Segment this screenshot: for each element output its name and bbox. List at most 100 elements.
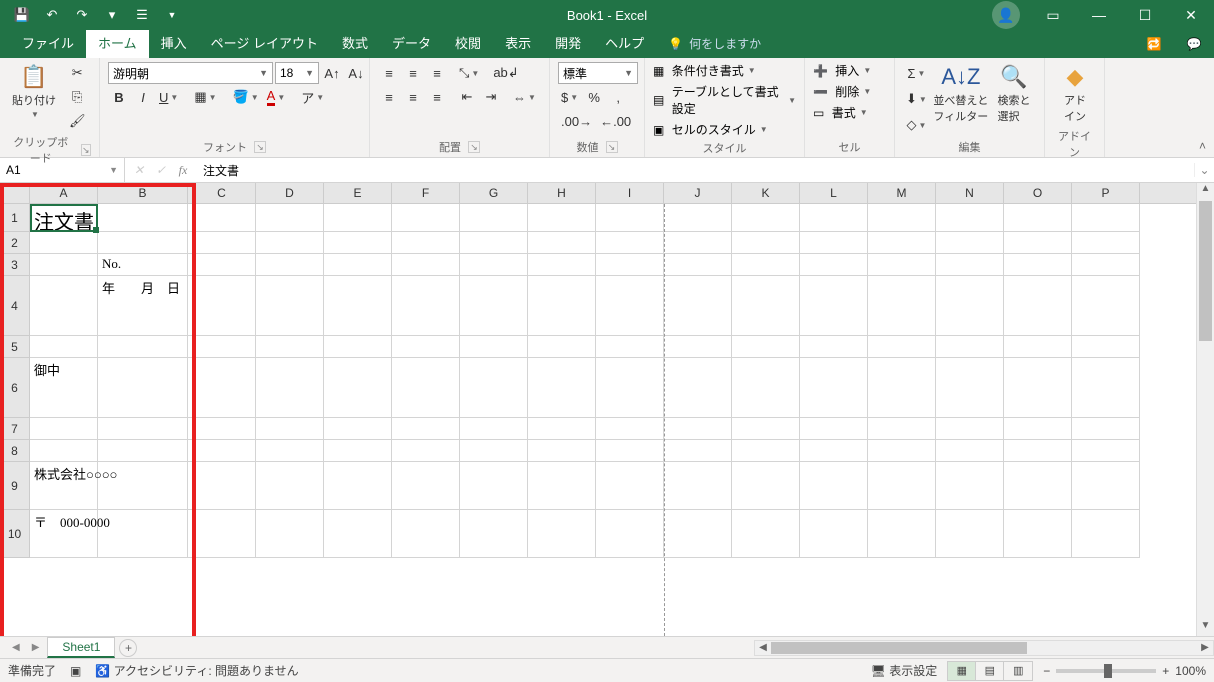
cell-M3[interactable]: [868, 254, 936, 276]
cell-H8[interactable]: [528, 440, 596, 462]
cell-N2[interactable]: [936, 232, 1004, 254]
cell-B6[interactable]: [98, 358, 188, 418]
cell-G7[interactable]: [460, 418, 528, 440]
clear-button[interactable]: ◇▼: [903, 114, 930, 136]
tab-view[interactable]: 表示: [493, 27, 543, 58]
cell-M1[interactable]: [868, 204, 936, 232]
page-break-view-button[interactable]: ▥: [1004, 662, 1032, 680]
cell-L7[interactable]: [800, 418, 868, 440]
align-bottom-button[interactable]: ≡: [426, 62, 448, 84]
sort-filter-button[interactable]: A↓Z 並べ替えと フィルター: [936, 62, 986, 126]
cell-A3[interactable]: [30, 254, 98, 276]
cell-M9[interactable]: [868, 462, 936, 510]
cell-I4[interactable]: [596, 276, 664, 336]
cell-N4[interactable]: [936, 276, 1004, 336]
increase-font-button[interactable]: A↑: [321, 62, 343, 84]
cell-B8[interactable]: [98, 440, 188, 462]
row-header-8[interactable]: 8: [0, 440, 30, 462]
cell-C2[interactable]: [188, 232, 256, 254]
cell-G5[interactable]: [460, 336, 528, 358]
column-header-N[interactable]: N: [936, 183, 1004, 203]
cell-H4[interactable]: [528, 276, 596, 336]
cell-F6[interactable]: [392, 358, 460, 418]
column-header-I[interactable]: I: [596, 183, 664, 203]
cell-K7[interactable]: [732, 418, 800, 440]
cell-B4[interactable]: 年 月 日: [98, 276, 188, 336]
cell-L4[interactable]: [800, 276, 868, 336]
borders-button[interactable]: ▦▼: [191, 86, 219, 108]
undo-button[interactable]: ↶: [38, 1, 66, 29]
cut-button[interactable]: ✂: [66, 62, 89, 84]
tab-help[interactable]: ヘルプ: [593, 27, 656, 58]
cell-G9[interactable]: [460, 462, 528, 510]
align-right-button[interactable]: ≡: [426, 86, 448, 108]
number-format-combo[interactable]: 標準▼: [558, 62, 638, 84]
cell-C4[interactable]: [188, 276, 256, 336]
cell-G3[interactable]: [460, 254, 528, 276]
cell-F4[interactable]: [392, 276, 460, 336]
cell-H7[interactable]: [528, 418, 596, 440]
cell-E10[interactable]: [324, 510, 392, 558]
addins-button[interactable]: ◆ アド イン: [1053, 62, 1097, 126]
minimize-button[interactable]: —: [1076, 0, 1122, 30]
cell-J5[interactable]: [664, 336, 732, 358]
row-header-7[interactable]: 7: [0, 418, 30, 440]
cell-K3[interactable]: [732, 254, 800, 276]
cell-A10[interactable]: 〒 000-0000: [30, 510, 98, 558]
cell-M8[interactable]: [868, 440, 936, 462]
cell-L8[interactable]: [800, 440, 868, 462]
tab-formulas[interactable]: 数式: [330, 27, 380, 58]
cell-E3[interactable]: [324, 254, 392, 276]
cell-F1[interactable]: [392, 204, 460, 232]
decrease-decimal-button[interactable]: ←.00: [597, 110, 634, 132]
cell-B2[interactable]: [98, 232, 188, 254]
row-header-4[interactable]: 4: [0, 276, 30, 336]
font-color-button[interactable]: A▼: [264, 86, 289, 108]
cell-P1[interactable]: [1072, 204, 1140, 232]
cell-H1[interactable]: [528, 204, 596, 232]
cell-P2[interactable]: [1072, 232, 1140, 254]
cell-G8[interactable]: [460, 440, 528, 462]
cell-D8[interactable]: [256, 440, 324, 462]
cell-M2[interactable]: [868, 232, 936, 254]
cell-N8[interactable]: [936, 440, 1004, 462]
cell-A9[interactable]: 株式会社○○○○: [30, 462, 98, 510]
cell-J9[interactable]: [664, 462, 732, 510]
align-left-button[interactable]: ≡: [378, 86, 400, 108]
cell-H10[interactable]: [528, 510, 596, 558]
paste-button[interactable]: 📋 貼り付け ▼: [8, 62, 60, 121]
autosum-button[interactable]: Σ▼: [903, 62, 930, 84]
column-header-E[interactable]: E: [324, 183, 392, 203]
cancel-formula-button[interactable]: ✕: [129, 163, 149, 178]
cell-K1[interactable]: [732, 204, 800, 232]
row-header-6[interactable]: 6: [0, 358, 30, 418]
accounting-format-button[interactable]: $▼: [558, 86, 581, 108]
cell-D2[interactable]: [256, 232, 324, 254]
redo-button[interactable]: ↷: [68, 1, 96, 29]
account-button[interactable]: 👤: [992, 1, 1020, 29]
cell-K6[interactable]: [732, 358, 800, 418]
cell-O2[interactable]: [1004, 232, 1072, 254]
cell-O7[interactable]: [1004, 418, 1072, 440]
scroll-down-button[interactable]: ▼: [1197, 620, 1214, 636]
qat-more[interactable]: ▼: [158, 1, 186, 29]
row-header-3[interactable]: 3: [0, 254, 30, 276]
cell-B3[interactable]: No.: [98, 254, 188, 276]
wrap-text-button[interactable]: ab↲: [490, 62, 521, 84]
column-header-J[interactable]: J: [664, 183, 732, 203]
cell-D1[interactable]: [256, 204, 324, 232]
cell-P7[interactable]: [1072, 418, 1140, 440]
horizontal-scrollbar[interactable]: ◀ ▶: [754, 640, 1214, 656]
phonetic-button[interactable]: ア▼: [298, 86, 327, 108]
tab-developer[interactable]: 開発: [543, 27, 593, 58]
find-select-button[interactable]: 🔍 検索と 選択: [992, 62, 1036, 126]
italic-button[interactable]: I: [132, 86, 154, 108]
cell-I6[interactable]: [596, 358, 664, 418]
scroll-right-button[interactable]: ▶: [1197, 642, 1213, 653]
cell-F3[interactable]: [392, 254, 460, 276]
cell-J6[interactable]: [664, 358, 732, 418]
cell-E2[interactable]: [324, 232, 392, 254]
cell-J4[interactable]: [664, 276, 732, 336]
column-header-F[interactable]: F: [392, 183, 460, 203]
display-settings-button[interactable]: 🖥 表示設定: [871, 662, 938, 679]
